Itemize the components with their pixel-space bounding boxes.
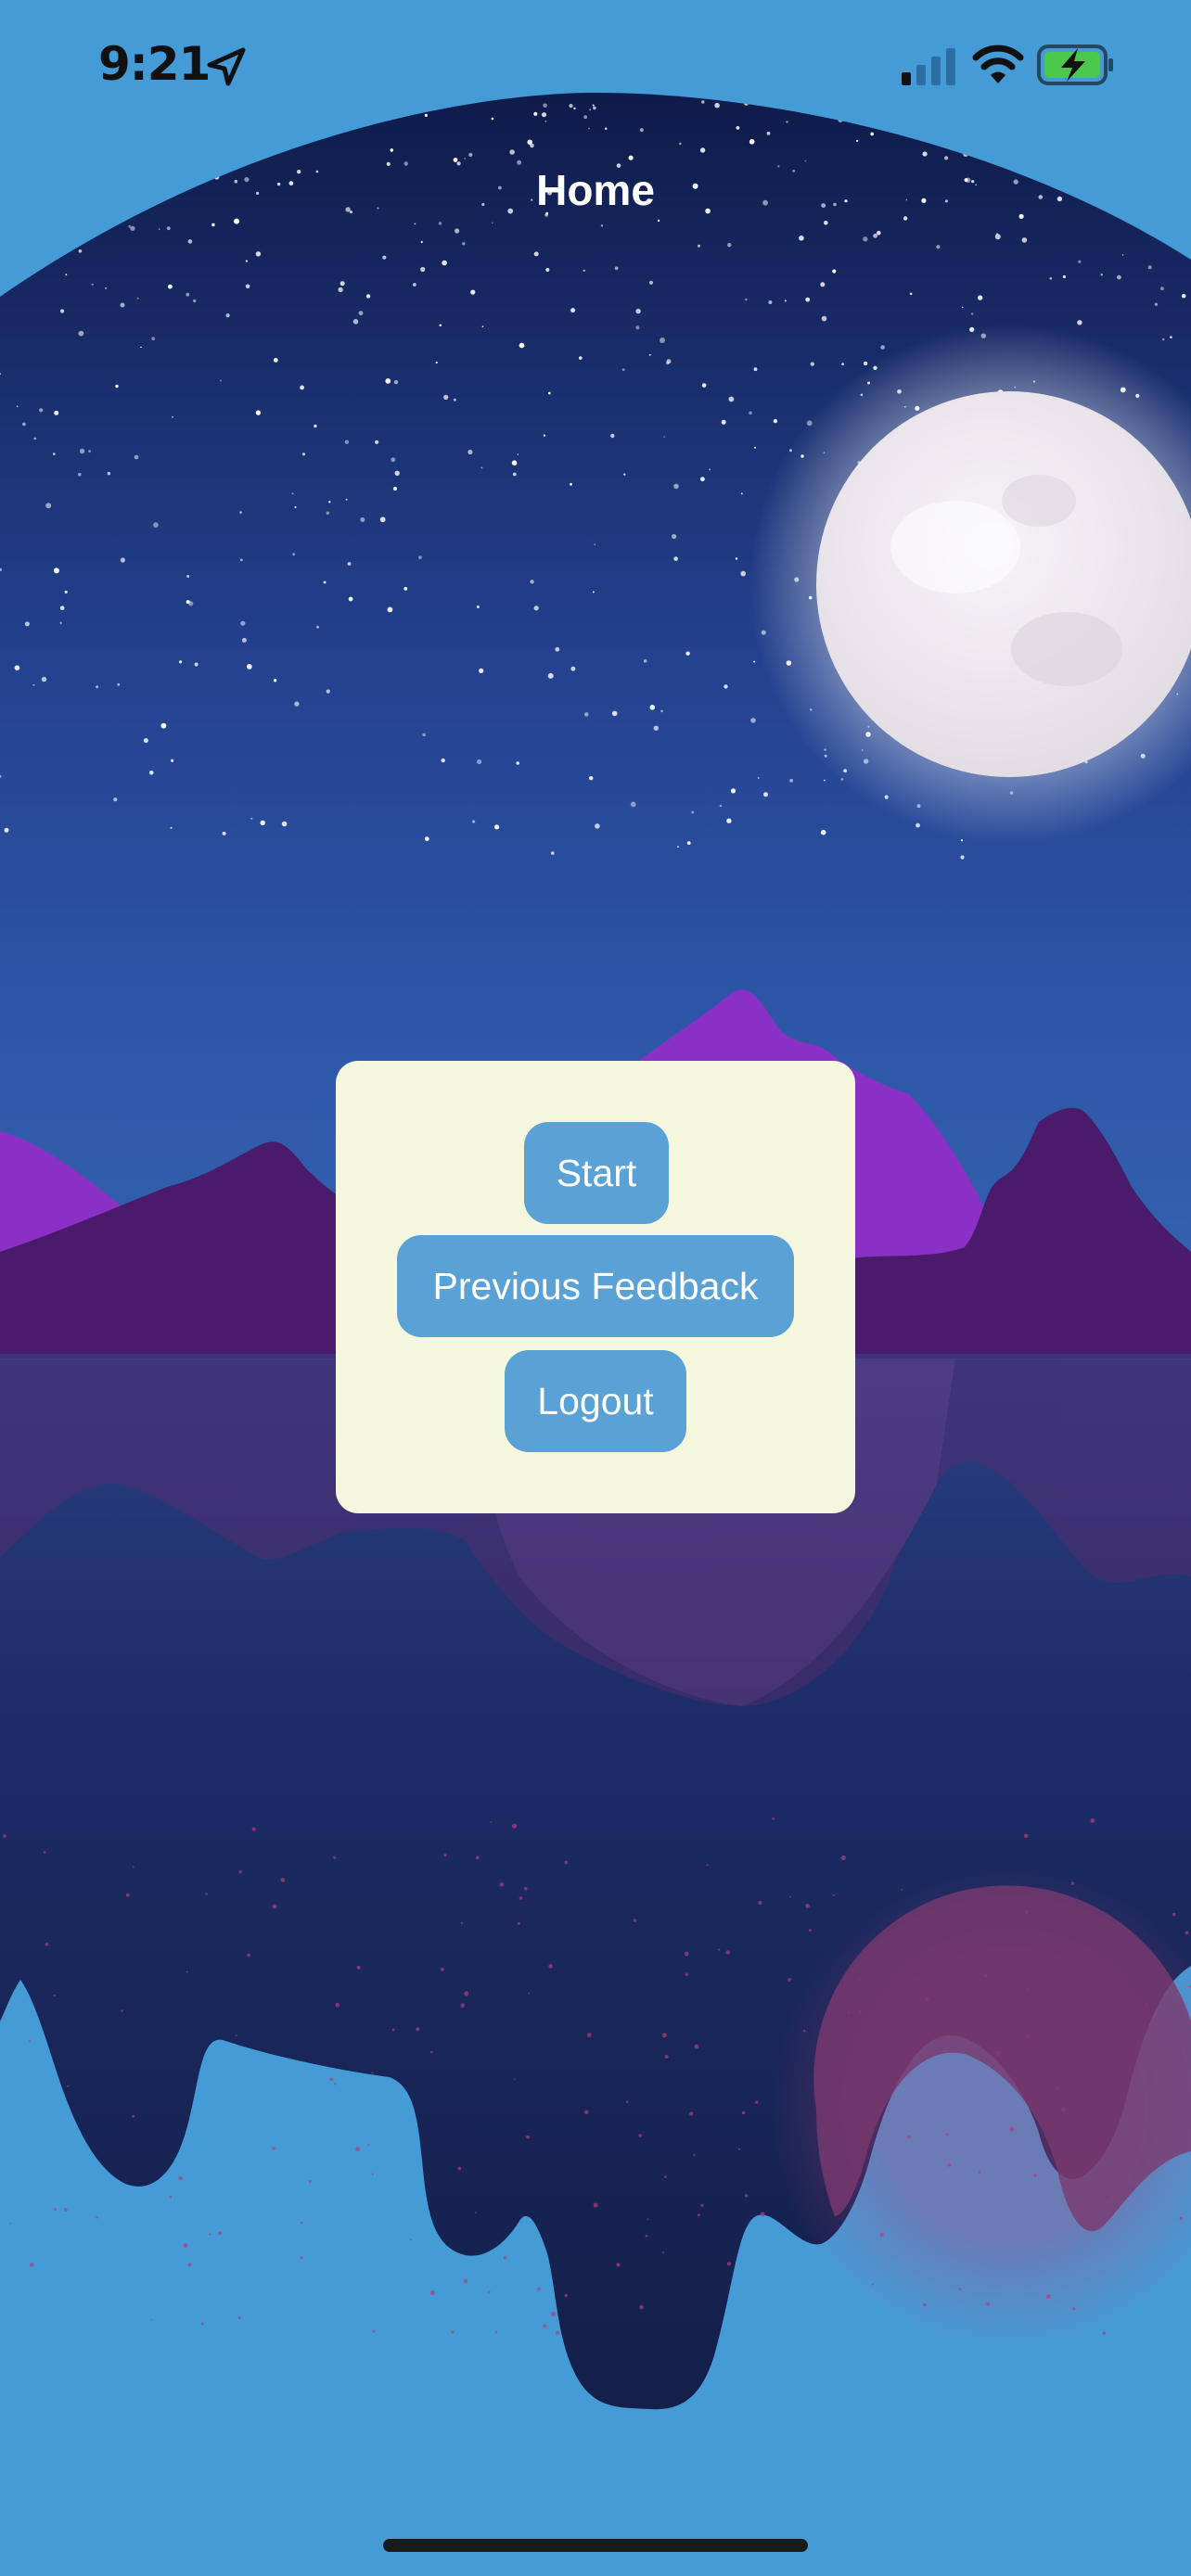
home-indicator[interactable] bbox=[383, 2539, 808, 2552]
battery-charging-icon bbox=[1037, 45, 1113, 85]
cellular-signal-icon bbox=[902, 48, 955, 85]
status-bar: 9:21 bbox=[0, 0, 1191, 139]
page-title: Home bbox=[536, 166, 655, 214]
wifi-icon bbox=[972, 45, 1024, 83]
logout-button[interactable]: Logout bbox=[505, 1350, 686, 1452]
previous-feedback-button[interactable]: Previous Feedback bbox=[397, 1235, 794, 1337]
location-arrow-icon bbox=[207, 47, 246, 86]
menu-card: Start Previous Feedback Logout bbox=[336, 1061, 855, 1513]
start-button[interactable]: Start bbox=[524, 1122, 669, 1224]
status-time: 9:21 bbox=[98, 37, 211, 91]
